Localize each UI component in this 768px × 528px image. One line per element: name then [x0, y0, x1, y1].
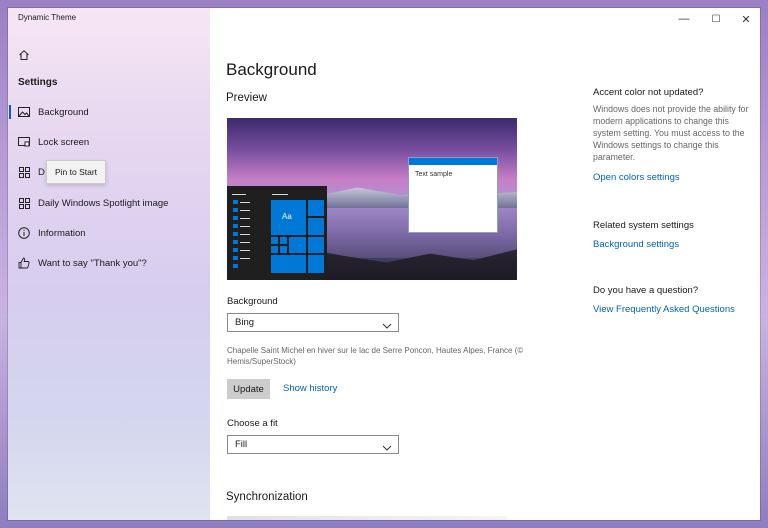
minimize-button[interactable]: — [672, 11, 696, 27]
show-history-link[interactable]: Show history [283, 383, 337, 394]
preview-tile [271, 237, 278, 244]
sample-text: Text sample [415, 171, 453, 178]
menu-line [240, 234, 250, 235]
preview-heading: Preview [226, 92, 267, 104]
menu-list-icon [233, 224, 238, 228]
background-value: Bing [235, 317, 255, 328]
menu-list-icon [233, 248, 238, 252]
update-button[interactable]: Update [227, 379, 270, 399]
question-heading: Do you have a question? [593, 285, 699, 296]
background-dropdown[interactable]: Bing [227, 313, 399, 332]
menu-list-icon [233, 200, 238, 204]
thumbs-up-icon [18, 257, 30, 269]
sample-window-titlebar [409, 158, 497, 165]
preview-tile [289, 237, 306, 253]
sidebar-item-label: Background [38, 106, 89, 118]
menu-line [240, 250, 250, 251]
open-colors-settings-link[interactable]: Open colors settings [593, 172, 753, 183]
menu-line [240, 210, 250, 211]
related-heading: Related system settings [593, 220, 694, 231]
preview-sample-window: Text sample [409, 158, 497, 232]
sidebar-item-label: D [38, 166, 45, 178]
preview-tile [308, 237, 324, 253]
sidebar-item-label: Lock screen [38, 136, 90, 148]
app-title: Dynamic Theme [18, 13, 77, 22]
background-label: Background [227, 296, 278, 307]
pin-to-start-tooltip: Pin to Start [46, 160, 106, 184]
menu-line [240, 242, 250, 243]
grid-icon [18, 166, 30, 178]
menu-line [232, 194, 246, 195]
fit-label: Choose a fit [227, 418, 278, 429]
settings-heading: Settings [18, 77, 58, 88]
sidebar-item-daily-spotlight[interactable]: Daily Windows Spotlight image [8, 191, 210, 215]
sidebar-item-information[interactable]: Information [8, 221, 210, 245]
background-preview: Aa Text sample [227, 118, 517, 280]
preview-tile [308, 218, 324, 235]
preview-tile [271, 255, 306, 273]
menu-line [240, 218, 250, 219]
synchronization-content [227, 516, 507, 520]
menu-list-icon [233, 240, 238, 244]
preview-tile [308, 200, 324, 216]
image-credit: Chapelle Saint Michel en hiver sur le la… [227, 346, 524, 366]
menu-line [240, 202, 250, 203]
preview-tile [280, 246, 287, 253]
main-content: — ☐ ✕ Background Preview Aa Text sample … [210, 8, 760, 520]
selected-indicator [9, 105, 11, 119]
sidebar-item-background[interactable]: Background [8, 100, 210, 124]
sidebar-item-label: Information [38, 227, 86, 239]
accent-help-section: Accent color not updated? Windows does n… [593, 87, 753, 183]
background-settings-link[interactable]: Background settings [593, 239, 753, 250]
page-title: Background [226, 60, 317, 79]
question-section: Do you have a question? View Frequently … [593, 285, 753, 315]
related-settings-section: Related system settings Background setti… [593, 220, 753, 250]
faq-link[interactable]: View Frequently Asked Questions [593, 304, 753, 315]
preview-tile [280, 237, 287, 244]
menu-line [240, 258, 250, 259]
menu-list-icon [233, 232, 238, 236]
tile-label: Aa [282, 212, 292, 221]
synchronization-heading: Synchronization [226, 491, 308, 503]
chevron-down-icon [382, 318, 392, 329]
close-button[interactable]: ✕ [734, 11, 758, 27]
menu-list-icon [233, 264, 238, 268]
chevron-down-icon [382, 440, 392, 451]
app-window: Dynamic Theme Settings Background Lock s… [8, 8, 760, 520]
image-icon [18, 106, 30, 118]
sidebar: Dynamic Theme Settings Background Lock s… [8, 8, 210, 520]
fit-dropdown[interactable]: Fill [227, 435, 399, 454]
preview-tile [271, 246, 278, 253]
sidebar-item-label: Want to say "Thank you"? [38, 257, 147, 269]
menu-list-icon [233, 216, 238, 220]
menu-list-icon [233, 256, 238, 260]
sidebar-item-thank-you[interactable]: Want to say "Thank you"? [8, 251, 210, 275]
sidebar-item-label: Daily Windows Spotlight image [38, 197, 169, 209]
fit-value: Fill [235, 439, 248, 450]
menu-line [272, 194, 288, 195]
home-icon[interactable] [18, 48, 30, 60]
accent-heading: Accent color not updated? [593, 87, 704, 98]
lock-screen-icon [18, 136, 30, 148]
preview-start-menu: Aa [227, 186, 327, 280]
grid-icon [18, 197, 30, 209]
menu-list-icon [233, 208, 238, 212]
preview-tile-large: Aa [271, 200, 306, 235]
accent-body: Windows does not provide the ability for… [593, 104, 749, 162]
info-icon [18, 227, 30, 239]
menu-line [240, 226, 250, 227]
sidebar-item-lock-screen[interactable]: Lock screen [8, 130, 210, 154]
maximize-button[interactable]: ☐ [704, 11, 728, 27]
preview-tile [308, 255, 324, 273]
sidebar-item-dynamic-theme[interactable]: D [8, 160, 210, 184]
